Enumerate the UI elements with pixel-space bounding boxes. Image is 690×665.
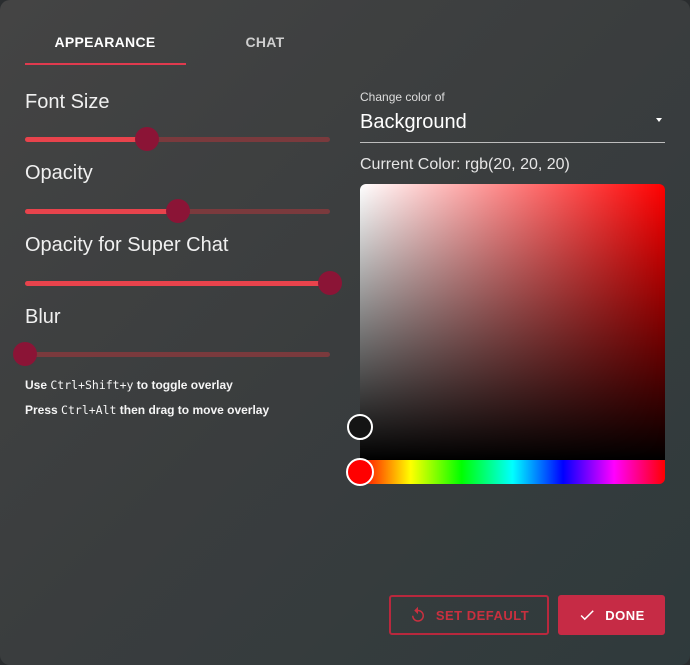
hue-slider[interactable] <box>360 460 665 484</box>
tab-appearance-label: APPEARANCE <box>54 34 156 50</box>
super-chat-opacity-slider[interactable] <box>25 271 342 295</box>
slider-track <box>25 137 147 142</box>
set-default-label: SET DEFAULT <box>435 607 530 623</box>
color-picker-thumb[interactable] <box>347 414 373 440</box>
check-icon <box>580 610 594 621</box>
color-target-select[interactable]: Background <box>360 108 665 143</box>
font-size-slider[interactable] <box>25 127 330 151</box>
shortcut-keys: Ctrl+Shift+y <box>50 378 134 392</box>
done-button[interactable]: DONE <box>558 595 665 635</box>
hue-slider-thumb[interactable] <box>346 458 374 486</box>
blur-slider[interactable] <box>13 342 330 366</box>
hint-prefix: Press <box>25 403 58 417</box>
slider-thumb[interactable] <box>318 271 342 295</box>
slider-thumb[interactable] <box>13 342 37 366</box>
blur-label: Blur <box>25 306 61 328</box>
super-chat-opacity-label: Opacity for Super Chat <box>25 234 229 256</box>
reset-icon <box>411 606 424 622</box>
slider-thumb[interactable] <box>135 127 159 151</box>
move-overlay-hint: Press Ctrl+Alt then drag to move overlay <box>25 403 269 417</box>
shortcut-keys: Ctrl+Alt <box>61 403 117 417</box>
set-default-button[interactable]: SET DEFAULT <box>389 595 549 635</box>
tab-appearance[interactable]: APPEARANCE <box>25 22 185 64</box>
color-target-value: Background <box>360 111 467 133</box>
done-label: DONE <box>605 607 645 623</box>
slider-track <box>25 209 178 214</box>
caret-down-icon <box>656 118 662 122</box>
current-color-text: Current Color: rgb(20, 20, 20) <box>360 156 570 173</box>
color-target-caption: Change color of <box>360 90 445 104</box>
tab-chat[interactable]: CHAT <box>185 22 345 64</box>
opacity-label: Opacity <box>25 162 93 184</box>
active-tab-indicator <box>25 63 186 65</box>
toggle-overlay-hint: Use Ctrl+Shift+y to toggle overlay <box>25 378 233 392</box>
hint-prefix: Use <box>25 378 48 392</box>
slider-thumb[interactable] <box>165 199 190 223</box>
slider-rail <box>25 352 330 357</box>
opacity-slider[interactable] <box>25 199 330 223</box>
hint-suffix: then drag to move overlay <box>119 403 270 417</box>
slider-track <box>25 281 330 286</box>
settings-dialog: APPEARANCE CHAT Font Size Opacity Opacit… <box>0 0 690 665</box>
tab-chat-label: CHAT <box>245 34 285 50</box>
font-size-label: Font Size <box>25 91 110 113</box>
saturation-value-area[interactable] <box>360 184 665 460</box>
hint-suffix: to toggle overlay <box>136 378 233 392</box>
